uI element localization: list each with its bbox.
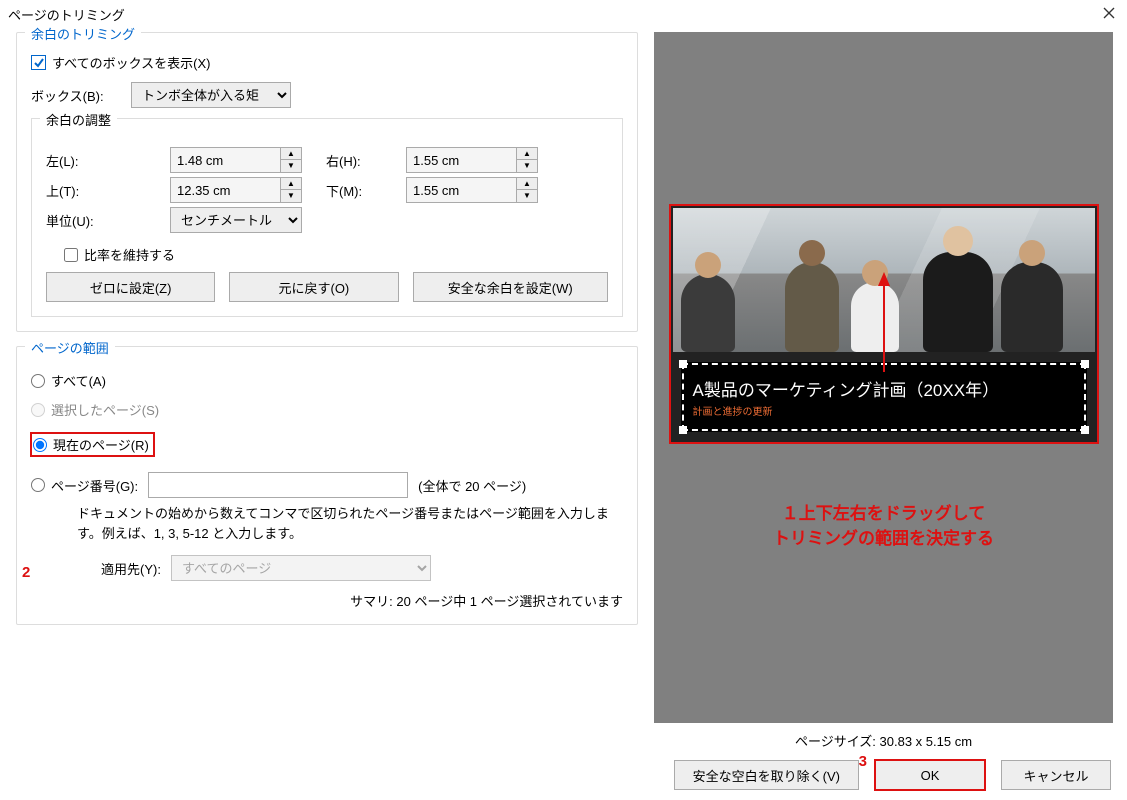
unit-label: 単位(U):: [46, 211, 146, 230]
box-label: ボックス(B):: [31, 86, 131, 105]
left-label: 左(L):: [46, 151, 146, 170]
range-all-radio[interactable]: すべて(A): [31, 371, 623, 390]
top-spin-down[interactable]: ▼: [281, 190, 301, 202]
box-select[interactable]: トンボ全体が入る矩: [131, 82, 291, 108]
slide-subtitle: 計画と進捗の更新: [693, 403, 1075, 418]
range-current-radio[interactable]: 現在のページ(R): [31, 433, 154, 456]
top-input[interactable]: [170, 177, 280, 203]
annotation-text: １上下左右をドラッグして トリミングの範囲を決定する: [773, 502, 994, 551]
show-all-boxes-checkbox[interactable]: すべてのボックスを表示(X): [31, 53, 623, 72]
margin-adjust-title: 余白の調整: [40, 110, 117, 120]
unit-select[interactable]: センチメートル: [170, 207, 302, 233]
bottom-spin-up[interactable]: ▲: [517, 178, 537, 190]
apply-to-select: すべてのページ: [171, 555, 431, 581]
title-bar: ページのトリミング: [0, 0, 1127, 28]
left-input[interactable]: [170, 147, 280, 173]
page-range-help: ドキュメントの始めから数えてコンマで区切られたページ番号またはページ範囲を入力し…: [77, 504, 623, 543]
right-label: 右(H):: [326, 151, 382, 170]
left-spin-down[interactable]: ▼: [281, 160, 301, 172]
left-spin-up[interactable]: ▲: [281, 148, 301, 160]
right-spin-down[interactable]: ▼: [517, 160, 537, 172]
bottom-label: 下(M):: [326, 181, 382, 200]
dialog-button-bar: 安全な空白を取り除く(V) OK キャンセル: [0, 750, 1127, 800]
safe-margin-button[interactable]: 安全な余白を設定(W): [413, 272, 609, 302]
pagenum-total: (全体で 20 ページ): [418, 476, 526, 495]
margin-trim-title: 余白のトリミング: [25, 24, 141, 34]
range-selected-radio: 選択したページ(S): [31, 400, 623, 419]
keep-ratio-label: 比率を維持する: [84, 245, 175, 264]
checkmark-icon: [31, 55, 46, 70]
pagenum-input[interactable]: [148, 472, 408, 498]
annotation-arrow-icon: [824, 272, 944, 382]
top-spin-up[interactable]: ▲: [281, 178, 301, 190]
keep-ratio-checkbox[interactable]: 比率を維持する: [64, 245, 608, 264]
ok-button[interactable]: OK: [875, 760, 985, 790]
bottom-input[interactable]: [406, 177, 516, 203]
top-label: 上(T):: [46, 181, 146, 200]
reset-button[interactable]: 元に戻す(O): [229, 272, 398, 302]
show-all-boxes-label: すべてのボックスを表示(X): [52, 53, 211, 72]
dialog-title: ページのトリミング: [8, 5, 125, 24]
bottom-spin-down[interactable]: ▼: [517, 190, 537, 202]
apply-to-label: 適用先(Y):: [101, 559, 161, 578]
page-range-title: ページの範囲: [25, 338, 115, 348]
page-range-summary: サマリ: 20 ページ中 1 ページ選択されています: [31, 591, 623, 610]
cancel-button[interactable]: キャンセル: [1001, 760, 1111, 790]
page-size-label: ページサイズ: 30.83 x 5.15 cm: [654, 731, 1113, 750]
set-zero-button[interactable]: ゼロに設定(Z): [46, 272, 215, 302]
page-range-group: ページの範囲 すべて(A) 選択したページ(S) 現在のページ(R) ページ番号…: [16, 346, 638, 625]
page-preview[interactable]: A製品のマーケティング計画（20XX年） 計画と進捗の更新 １上下左右をドラッグ…: [654, 32, 1113, 723]
close-icon[interactable]: [1099, 3, 1119, 26]
right-input[interactable]: [406, 147, 516, 173]
margin-adjust-group: 余白の調整 左(L): ▲▼ 右(H): ▲▼: [31, 118, 623, 317]
right-spin-up[interactable]: ▲: [517, 148, 537, 160]
margin-trim-group: 余白のトリミング すべてのボックスを表示(X) ボックス(B): トンボ全体が入…: [16, 32, 638, 332]
range-pagenum-radio[interactable]: ページ番号(G):: [31, 476, 138, 495]
remove-safe-white-button[interactable]: 安全な空白を取り除く(V): [674, 760, 859, 790]
